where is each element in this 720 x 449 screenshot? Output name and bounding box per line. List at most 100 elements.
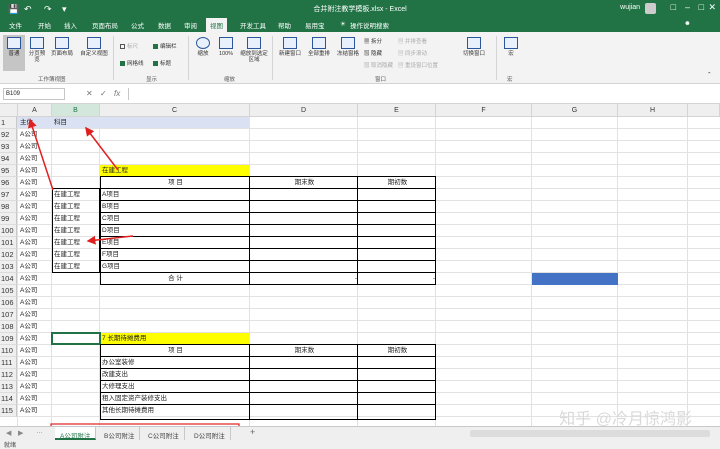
- tab-help[interactable]: 帮助: [278, 20, 291, 30]
- cell-d[interactable]: [252, 117, 357, 129]
- cell-b[interactable]: 科目: [54, 117, 99, 129]
- cell-d[interactable]: [252, 321, 357, 333]
- row-header[interactable]: 99: [0, 213, 17, 225]
- zoom-100-button[interactable]: 100%: [216, 37, 236, 57]
- cell-e[interactable]: [360, 285, 435, 297]
- tab-home[interactable]: 开始: [38, 20, 51, 30]
- formula-bar-checkbox[interactable]: 编辑栏: [153, 42, 177, 50]
- cell-c[interactable]: [102, 309, 249, 321]
- row-header[interactable]: 114: [0, 393, 17, 405]
- side-by-side-button[interactable]: ▤ 并排查看: [398, 37, 427, 45]
- cell-b[interactable]: [54, 369, 99, 381]
- cell-e[interactable]: [360, 153, 435, 165]
- cell-d[interactable]: [252, 129, 357, 141]
- cell-b[interactable]: [54, 393, 99, 405]
- column-header-e[interactable]: E: [358, 104, 436, 117]
- cell-e[interactable]: [360, 297, 435, 309]
- row-header[interactable]: 96: [0, 177, 17, 189]
- cell-b[interactable]: [54, 345, 99, 357]
- row-header[interactable]: 1: [0, 117, 17, 129]
- cell-c[interactable]: [102, 285, 249, 297]
- custom-view-button[interactable]: 自定义视图: [77, 37, 111, 57]
- cell-e[interactable]: [360, 321, 435, 333]
- hide-button[interactable]: ▧ 隐藏: [364, 49, 382, 57]
- cell-b[interactable]: [54, 273, 99, 285]
- tab-view[interactable]: 视图: [206, 18, 227, 32]
- cell-b[interactable]: [54, 309, 99, 321]
- row-header[interactable]: 101: [0, 237, 17, 249]
- column-header-b[interactable]: B: [52, 104, 100, 117]
- formula-input[interactable]: [128, 88, 716, 100]
- cell-c[interactable]: [102, 321, 249, 333]
- row-header[interactable]: 104: [0, 273, 17, 285]
- row-header[interactable]: 113: [0, 381, 17, 393]
- filled-cell-g104[interactable]: [532, 273, 618, 285]
- avatar[interactable]: [645, 3, 656, 14]
- cell-a[interactable]: A公司: [20, 249, 51, 261]
- cell-a[interactable]: A公司: [20, 333, 51, 345]
- sync-scroll-button[interactable]: ▤ 同步滚动: [398, 49, 427, 57]
- tab-data[interactable]: 数据: [158, 20, 171, 30]
- cell-a[interactable]: A公司: [20, 357, 51, 369]
- cell-b[interactable]: [54, 141, 99, 153]
- cell-b[interactable]: [54, 297, 99, 309]
- cell-b[interactable]: [54, 153, 99, 165]
- cell-a[interactable]: A公司: [20, 141, 51, 153]
- cell-a[interactable]: A公司: [20, 393, 51, 405]
- cell-a[interactable]: A公司: [20, 261, 51, 273]
- zoom-selection-button[interactable]: 缩放到选定区域: [240, 37, 268, 63]
- row-header[interactable]: 115: [0, 405, 17, 417]
- cell-d[interactable]: [252, 141, 357, 153]
- row-header[interactable]: 92: [0, 129, 17, 141]
- cell-d[interactable]: [252, 285, 357, 297]
- cell-c[interactable]: [102, 297, 249, 309]
- row-header[interactable]: 109: [0, 333, 17, 345]
- cell-a[interactable]: 主体: [20, 117, 51, 129]
- sheet-tab-a[interactable]: A公司附注: [55, 427, 97, 440]
- row-header[interactable]: 100: [0, 225, 17, 237]
- cell-a[interactable]: A公司: [20, 165, 51, 177]
- cell-d[interactable]: [252, 309, 357, 321]
- cell-a[interactable]: A公司: [20, 177, 51, 189]
- cell-c[interactable]: [102, 129, 249, 141]
- cell-d[interactable]: [252, 153, 357, 165]
- arrange-all-button[interactable]: 全部重排: [305, 37, 333, 57]
- headings-checkbox[interactable]: 标题: [153, 59, 171, 67]
- column-header-a[interactable]: A: [18, 104, 52, 117]
- row-header[interactable]: 110: [0, 345, 17, 357]
- cell-c[interactable]: [102, 153, 249, 165]
- new-window-button[interactable]: 新建窗口: [276, 37, 304, 57]
- spreadsheet-grid[interactable]: A B C D E F G H 1 主体 科目 92 A公司 93 A公司 94 A公司 95 A公…: [0, 104, 720, 426]
- macros-button[interactable]: 宏: [502, 37, 520, 57]
- page-layout-button[interactable]: 页面布局: [48, 37, 76, 57]
- cell-b[interactable]: [54, 405, 99, 417]
- cell-a[interactable]: A公司: [20, 369, 51, 381]
- cell-e[interactable]: [360, 117, 435, 129]
- split-button[interactable]: ▦ 拆分: [364, 37, 382, 45]
- ribbon-options-icon[interactable]: □: [671, 2, 676, 12]
- tab-developer[interactable]: 开发工具: [240, 20, 266, 30]
- row-header[interactable]: 94: [0, 153, 17, 165]
- cell-a[interactable]: A公司: [20, 153, 51, 165]
- cell-c[interactable]: [102, 117, 249, 129]
- switch-window-button[interactable]: 切换窗口: [458, 37, 490, 57]
- tab-formulas[interactable]: 公式: [131, 20, 144, 30]
- sheet-tab-d[interactable]: D公司附注: [189, 427, 231, 440]
- cell-a[interactable]: A公司: [20, 309, 51, 321]
- more-sheets-icon[interactable]: …: [36, 428, 43, 435]
- cell-e[interactable]: [360, 309, 435, 321]
- cell-b[interactable]: [54, 381, 99, 393]
- tab-review[interactable]: 审阅: [184, 20, 197, 30]
- tab-page-layout[interactable]: 页面布局: [92, 20, 118, 30]
- cell-a[interactable]: A公司: [20, 213, 51, 225]
- cell-a[interactable]: A公司: [20, 237, 51, 249]
- row-header[interactable]: 105: [0, 285, 17, 297]
- unhide-button[interactable]: ▧ 取消隐藏: [364, 61, 393, 69]
- cell-a[interactable]: A公司: [20, 225, 51, 237]
- column-header-g[interactable]: G: [532, 104, 618, 117]
- reset-position-button[interactable]: ▤ 重设窗口位置: [398, 61, 438, 69]
- column-header-c[interactable]: C: [100, 104, 250, 117]
- normal-view-button[interactable]: 普通: [3, 35, 25, 71]
- cell-b[interactable]: [54, 129, 99, 141]
- active-cell-cursor[interactable]: [51, 332, 101, 345]
